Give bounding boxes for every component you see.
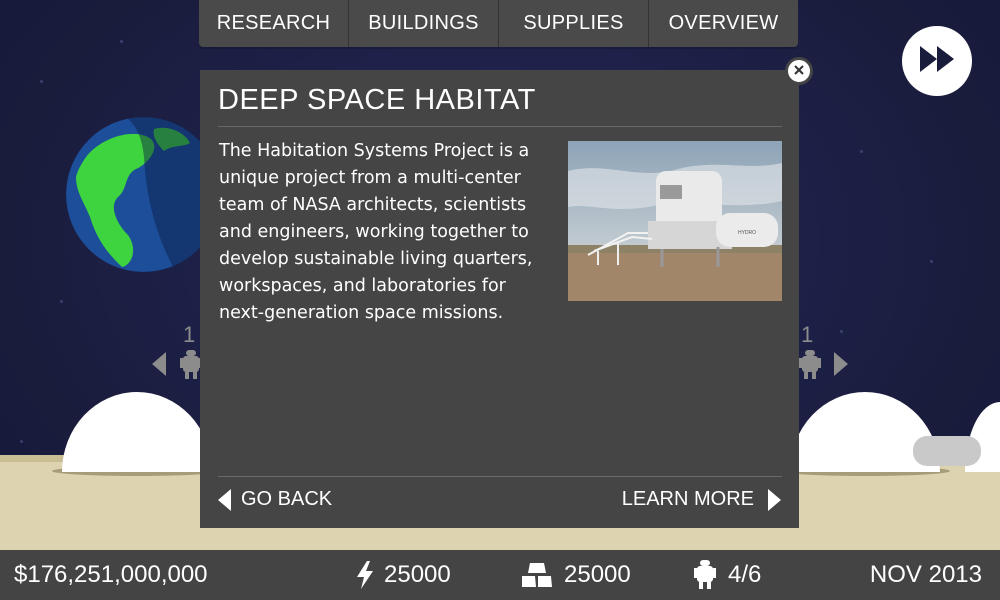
chevron-left-icon: [218, 488, 231, 511]
close-button[interactable]: [785, 57, 813, 85]
go-back-button[interactable]: GO BACK: [218, 488, 332, 511]
tab-research[interactable]: RESEARCH: [199, 0, 349, 47]
habitat-connector: [913, 436, 981, 466]
money-value: $176,251,000,000: [14, 561, 208, 588]
energy-display: 25000: [356, 550, 451, 600]
crew-value: 4/6: [728, 561, 762, 588]
panel-title: DEEP SPACE HABITAT: [218, 84, 536, 116]
learn-more-button[interactable]: LEARN MORE: [622, 488, 781, 511]
panel-body: The Habitation Systems Project is a uniq…: [219, 138, 759, 327]
robot-icon: [799, 350, 821, 384]
fast-forward-button[interactable]: [902, 26, 972, 96]
learn-more-label: LEARN MORE: [621, 488, 754, 510]
tab-overview[interactable]: OVERVIEW: [649, 0, 798, 47]
star: [860, 150, 863, 153]
robot-icon: [694, 560, 716, 590]
tab-buildings[interactable]: BUILDINGS: [349, 0, 499, 47]
date-value: NOV 2013: [869, 561, 982, 588]
close-icon: [794, 63, 804, 79]
divider: [218, 476, 782, 477]
panel-description: The Habitation Systems Project is a uniq…: [219, 141, 533, 323]
info-panel: DEEP SPACE HABITAT HYDRO The Habitation …: [200, 70, 799, 528]
energy-value: 25000: [384, 561, 451, 588]
photo-spacer: [549, 138, 759, 314]
chevron-right-icon: [768, 488, 781, 511]
status-bar: $176,251,000,000 25000 25000 4/6 NOV 201…: [0, 550, 1000, 600]
earth-planet: [66, 117, 221, 272]
right-module-arrow[interactable]: [834, 352, 848, 380]
materials-value: 25000: [564, 561, 631, 588]
money-display: $176,251,000,000: [14, 550, 208, 600]
star: [930, 260, 933, 263]
star: [20, 440, 23, 443]
lightning-icon: [356, 561, 374, 589]
crew-display: 4/6: [694, 550, 761, 600]
tab-supplies[interactable]: SUPPLIES: [499, 0, 649, 47]
bricks-icon: [522, 563, 552, 587]
date-display: NOV 2013: [870, 550, 982, 600]
star: [60, 300, 63, 303]
right-module-count: 1: [801, 322, 814, 347]
go-back-label: GO BACK: [241, 488, 333, 510]
materials-display: 25000: [522, 550, 631, 600]
left-module-arrow[interactable]: [152, 352, 166, 380]
fast-forward-icon: [918, 44, 956, 78]
star: [120, 40, 123, 43]
star: [40, 80, 43, 83]
divider: [218, 126, 782, 127]
top-nav: RESEARCH BUILDINGS SUPPLIES OVERVIEW: [199, 0, 798, 47]
robot-icon: [180, 350, 202, 384]
star: [840, 330, 843, 333]
left-module-count: 1: [183, 322, 196, 347]
